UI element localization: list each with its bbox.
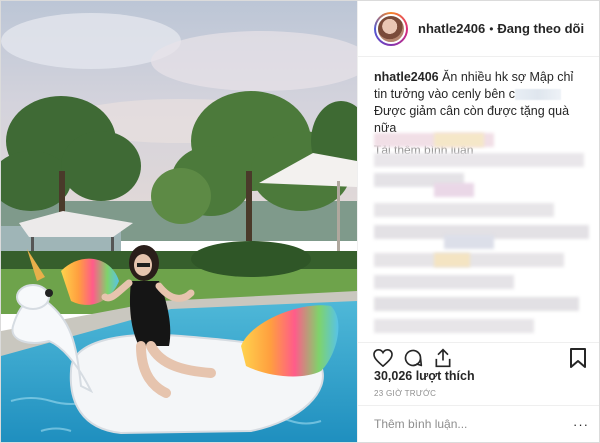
- more-options-button[interactable]: ···: [573, 417, 589, 432]
- share-icon[interactable]: [432, 347, 454, 369]
- caption-username[interactable]: nhatle2406: [374, 70, 439, 84]
- post-actions: [358, 342, 599, 372]
- post-photo[interactable]: [1, 1, 357, 442]
- bookmark-icon[interactable]: [567, 347, 589, 369]
- caption: nhatle2406 Ăn nhiều hk sợ Mập chỉ tin tư…: [358, 57, 599, 137]
- header-separator: •: [489, 21, 494, 36]
- pool-unicorn-image: [1, 1, 357, 442]
- following-button[interactable]: Đang theo dõi: [497, 21, 584, 36]
- post-header: nhatle2406 • Đang theo dõi: [358, 1, 599, 57]
- blurred-comment: [434, 183, 474, 197]
- avatar-photo: [376, 13, 406, 44]
- avatar[interactable]: [374, 11, 408, 46]
- post-side-panel: nhatle2406 • Đang theo dõi nhatle2406 Ăn…: [357, 1, 599, 442]
- blurred-comment: [374, 319, 534, 333]
- blurred-comment: [434, 253, 470, 267]
- blurred-comment: [374, 153, 584, 167]
- blurred-comment: [374, 275, 514, 289]
- blurred-comment: [434, 133, 484, 147]
- post-timestamp[interactable]: 23 GIỜ TRƯỚC: [374, 389, 436, 398]
- blurred-comments-area: [374, 129, 594, 341]
- heart-icon[interactable]: [372, 347, 394, 369]
- instagram-post: nhatle2406 • Đang theo dõi nhatle2406 Ăn…: [0, 0, 600, 443]
- comment-input[interactable]: [374, 417, 573, 431]
- blurred-comment: [374, 297, 579, 311]
- add-comment-bar: ···: [358, 405, 599, 442]
- comment-icon[interactable]: [402, 347, 424, 369]
- blurred-text: [514, 89, 561, 101]
- header-username[interactable]: nhatle2406: [418, 21, 485, 36]
- likes-count[interactable]: 30,026 lượt thích: [374, 369, 475, 383]
- blurred-comment: [444, 235, 494, 249]
- blurred-comment: [374, 203, 554, 217]
